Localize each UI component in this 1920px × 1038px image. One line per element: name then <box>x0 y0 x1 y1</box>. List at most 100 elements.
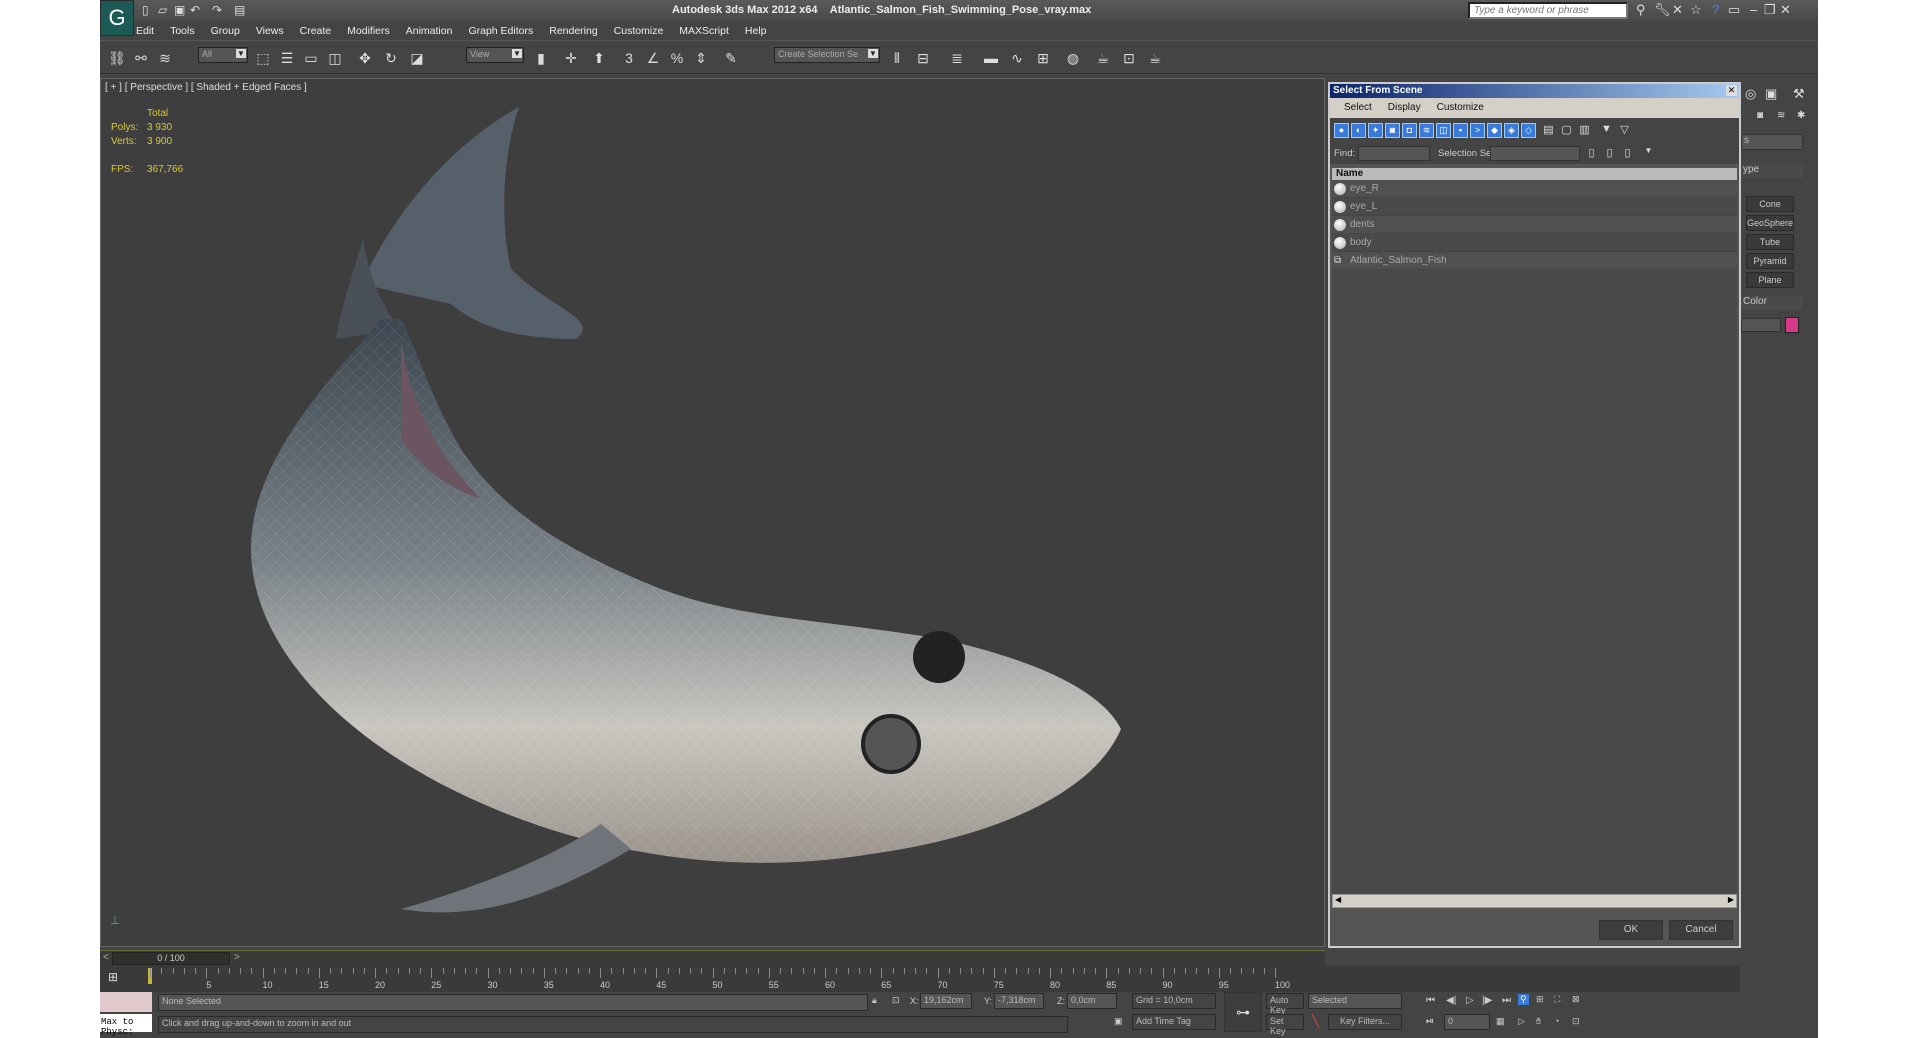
time-tag-icon[interactable]: ▣ <box>1114 1016 1123 1027</box>
keyboard-shortcut-icon[interactable]: ⬆ <box>588 48 610 68</box>
list-item[interactable]: eye_R <box>1332 180 1737 198</box>
name-color-rollout[interactable]: Color <box>1741 296 1803 310</box>
menu-maxscript[interactable]: MAXScript <box>679 22 729 40</box>
zoom-extents-all-icon[interactable]: ⊠ <box>1572 994 1580 1005</box>
pyramid-button[interactable]: Pyramid <box>1746 253 1794 269</box>
edit-selection-set-icon[interactable]: ▯ <box>1603 146 1616 161</box>
pan-hand-icon[interactable]: ✋︎ <box>1536 1016 1541 1027</box>
display-groups-icon[interactable]: ◫ <box>1436 123 1451 138</box>
select-all-icon[interactable]: ▤ <box>1542 123 1555 138</box>
dialog-menu-select[interactable]: Select <box>1344 98 1372 118</box>
set-key-icon[interactable]: ⊶ <box>1224 992 1262 1032</box>
expand-icon[interactable]: ▭ <box>1728 2 1740 18</box>
category-dropdown[interactable]: s <box>1741 134 1803 150</box>
dialog-menu-display[interactable]: Display <box>1388 98 1421 118</box>
add-time-tag-button[interactable]: Add Time Tag <box>1132 1014 1216 1030</box>
snap-3d-icon[interactable]: 3 <box>618 48 640 68</box>
prev-frame-arrow[interactable]: < <box>103 952 109 963</box>
angle-snap-icon[interactable]: ∠ <box>642 48 664 68</box>
go-to-start-icon[interactable]: ⏮ <box>1426 995 1435 1006</box>
key-filters-button[interactable]: Key Filters... <box>1328 1014 1402 1030</box>
display-shapes-icon[interactable]: ◐ <box>1351 123 1366 138</box>
current-frame-field[interactable]: 0 <box>1444 1014 1490 1030</box>
restore-icon[interactable]: ❐ <box>1764 2 1776 18</box>
scene-explorer-icon[interactable]: ▬ <box>980 48 1002 68</box>
find-input[interactable] <box>1358 146 1430 161</box>
material-editor-icon[interactable]: ◍ <box>1062 48 1084 68</box>
menu-animation[interactable]: Animation <box>406 22 453 40</box>
utilities-hammer-icon[interactable]: ⚒ <box>1793 86 1805 102</box>
render-setup-icon[interactable]: ☕︎ <box>1092 48 1114 68</box>
add-selection-set-icon[interactable]: ▯ <box>1585 146 1598 161</box>
expand-toolbar-icon[interactable]: ▼ <box>1642 146 1655 161</box>
display-helpers-icon[interactable]: ◘ <box>1402 123 1417 138</box>
dialog-menu-customize[interactable]: Customize <box>1437 98 1484 118</box>
time-slider[interactable]: < 0 / 100 > <box>100 950 1325 966</box>
search-input[interactable] <box>1468 2 1628 19</box>
previous-frame-icon[interactable]: ◀| <box>1446 995 1456 1006</box>
pivot-icon[interactable]: ▮ <box>530 48 552 68</box>
display-geometry-icon[interactable]: ● <box>1334 123 1349 138</box>
selection-filter-dropdown[interactable]: All <box>198 47 248 63</box>
z-coordinate-field[interactable]: 0,0cm <box>1067 993 1117 1009</box>
ref-coord-dropdown[interactable]: View <box>466 47 524 63</box>
display-containers-icon[interactable]: ◆ <box>1487 123 1502 138</box>
help-icon[interactable]: ? <box>1712 2 1719 17</box>
cone-button[interactable]: Cone <box>1746 196 1794 212</box>
menu-create[interactable]: Create <box>300 22 332 40</box>
select-by-name-icon[interactable]: ☰ <box>276 48 298 68</box>
select-none-icon[interactable]: ▢ <box>1560 123 1573 138</box>
rendered-frame-icon[interactable]: ⊡ <box>1118 48 1140 68</box>
menu-graph-editors[interactable]: Graph Editors <box>468 22 533 40</box>
systems-icon[interactable]: ✱ <box>1797 110 1805 121</box>
list-item[interactable]: eye_L <box>1332 198 1737 216</box>
render-icon[interactable]: ☕︎ <box>1144 48 1166 68</box>
time-slider-thumb[interactable]: 0 / 100 <box>112 952 230 965</box>
list-item[interactable]: dents <box>1332 216 1737 234</box>
move-icon[interactable]: ✥ <box>354 48 376 68</box>
go-to-end-icon[interactable]: ⏭ <box>1502 995 1511 1006</box>
percent-snap-icon[interactable]: % <box>666 48 688 68</box>
display-xrefs-icon[interactable]: ▪ <box>1453 123 1468 138</box>
satellite-icon[interactable]: ✕ <box>1672 2 1683 18</box>
binoculars-icon[interactable]: ⚲ <box>1636 2 1646 18</box>
y-coordinate-field[interactable]: -7,318cm <box>994 993 1044 1009</box>
edit-named-sel-icon[interactable]: ✎ <box>720 48 742 68</box>
display-hidden-icon[interactable]: ◇ <box>1521 123 1536 138</box>
rect-selection-icon[interactable]: ▭ <box>300 48 322 68</box>
schematic-view-icon[interactable]: ⊞ <box>1032 48 1054 68</box>
list-item[interactable]: body <box>1332 234 1737 252</box>
menu-group[interactable]: Group <box>211 22 240 40</box>
time-config-icon[interactable]: ▦ <box>1496 1016 1505 1027</box>
scale-icon[interactable]: ◪ <box>406 48 428 68</box>
menu-rendering[interactable]: Rendering <box>549 22 597 40</box>
project-icon[interactable]: ▤ <box>234 3 245 17</box>
window-crossing-icon[interactable]: ◫ <box>324 48 346 68</box>
unlink-icon[interactable]: ⚯ <box>130 48 152 68</box>
layer-manager-icon[interactable]: ≣ <box>946 48 968 68</box>
key-mode-dropdown[interactable]: Selected <box>1308 993 1402 1009</box>
remove-selection-set-icon[interactable]: ▯ <box>1621 146 1634 161</box>
menu-tools[interactable]: Tools <box>170 22 195 40</box>
horizontal-scrollbar[interactable]: ◀ ▶ <box>1332 894 1737 908</box>
cancel-button[interactable]: Cancel <box>1669 920 1733 940</box>
curve-editor-mini-icon[interactable]: ⊞ <box>108 970 118 984</box>
undo-icon[interactable]: ↶ <box>190 3 200 17</box>
object-name-field[interactable] <box>1741 318 1781 332</box>
menu-customize[interactable]: Customize <box>614 22 664 40</box>
plane-button[interactable]: Plane <box>1746 272 1794 288</box>
list-item[interactable]: ⧉ Atlantic_Salmon_Fish <box>1332 252 1737 270</box>
x-coordinate-field[interactable]: 19,162cm <box>920 993 972 1009</box>
cameras-icon[interactable]: ◙ <box>1757 110 1763 121</box>
close-icon[interactable]: ✕ <box>1780 2 1791 18</box>
zoom-icon[interactable]: ⚲ <box>1518 994 1529 1005</box>
set-key-button[interactable]: Set Key <box>1266 1014 1304 1036</box>
key-tangent-icon[interactable]: ╲ <box>1312 1014 1319 1028</box>
app-logo[interactable]: G <box>100 0 134 36</box>
ok-button[interactable]: OK <box>1599 920 1663 940</box>
selection-set-dropdown[interactable] <box>1490 146 1580 161</box>
object-color-swatch[interactable] <box>1785 317 1799 333</box>
rotate-icon[interactable]: ↻ <box>380 48 402 68</box>
menu-edit[interactable]: Edit <box>136 22 154 40</box>
play-icon[interactable]: ▷ <box>1466 995 1474 1006</box>
